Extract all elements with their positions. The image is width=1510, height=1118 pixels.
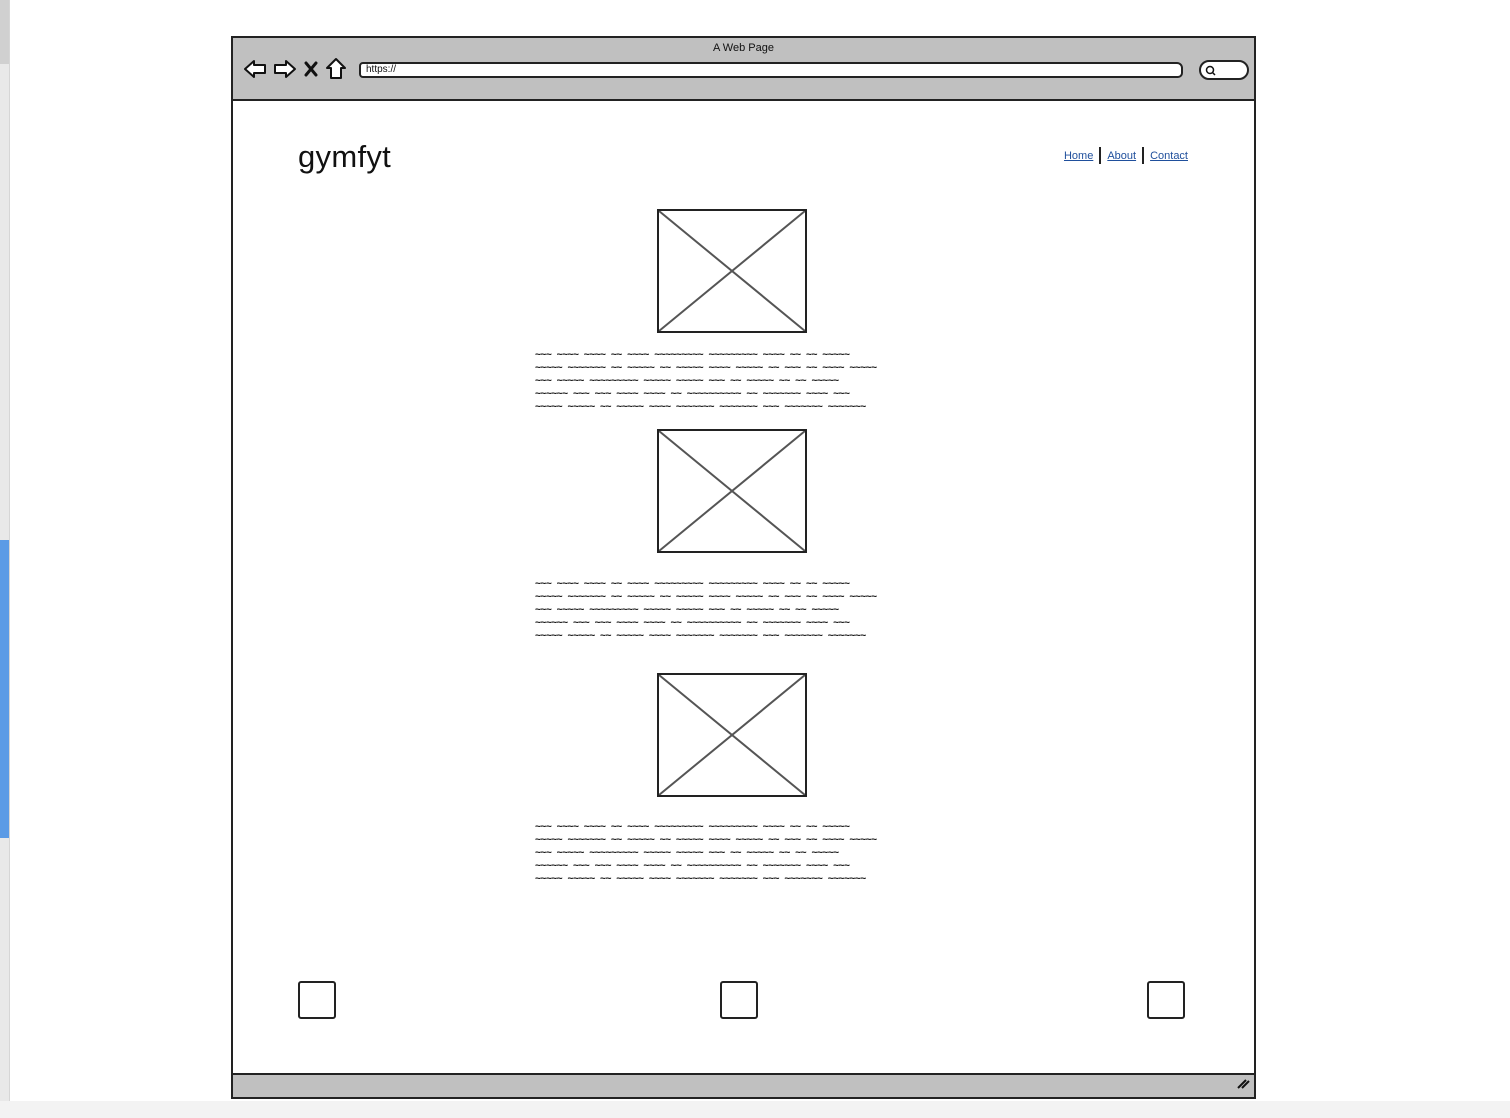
top-navigation: Home About Contact bbox=[1058, 147, 1194, 164]
section-text: ~~~ ~~~~ ~~~~ ~~ ~~~~ ~~~~~~~~~ ~~~~~~~~… bbox=[535, 577, 937, 642]
footer-checkbox-left[interactable] bbox=[298, 981, 336, 1019]
site-logo[interactable]: gymfyt bbox=[298, 139, 391, 175]
nav-link-contact[interactable]: Contact bbox=[1144, 150, 1194, 162]
footer-checkbox-center[interactable] bbox=[720, 981, 758, 1019]
text-line: ~~~~~~ ~~~ ~~~ ~~~~ ~~~~ ~~ ~~~~~~~~~~ ~… bbox=[535, 617, 850, 628]
image-placeholder-icon bbox=[657, 209, 807, 333]
text-line: ~~~~~~ ~~~ ~~~ ~~~~ ~~~~ ~~ ~~~~~~~~~~ ~… bbox=[535, 388, 850, 399]
page-content: gymfyt Home About Contact ~~~ ~~~~ ~~~~ … bbox=[233, 99, 1254, 1075]
home-icon[interactable] bbox=[325, 57, 347, 81]
text-line: ~~~ ~~~~~ ~~~~~~~~~ ~~~~~ ~~~~~ ~~~ ~~ ~… bbox=[535, 604, 839, 615]
text-line: ~~~~~ ~~~~~~~ ~~ ~~~~~ ~~ ~~~~~ ~~~~ ~~~… bbox=[535, 362, 877, 373]
arrow-right-icon[interactable] bbox=[273, 58, 297, 80]
nav-link-home[interactable]: Home bbox=[1058, 150, 1099, 162]
browser-nav-controls bbox=[243, 56, 347, 82]
close-icon[interactable] bbox=[303, 60, 319, 78]
text-line: ~~~~~ ~~~~~ ~~ ~~~~~ ~~~~ ~~~~~~~ ~~~~~~… bbox=[535, 873, 866, 884]
browser-statusbar bbox=[233, 1073, 1254, 1097]
section-text: ~~~ ~~~~ ~~~~ ~~ ~~~~ ~~~~~~~~~ ~~~~~~~~… bbox=[535, 348, 937, 413]
text-line: ~~~~~ ~~~~~~~ ~~ ~~~~~ ~~ ~~~~~ ~~~~ ~~~… bbox=[535, 591, 877, 602]
resize-grip-icon[interactable] bbox=[1236, 1076, 1250, 1094]
nav-link-about[interactable]: About bbox=[1101, 150, 1142, 162]
editor-bottom-strip bbox=[0, 1101, 1510, 1118]
editor-left-rail-header bbox=[0, 0, 9, 64]
section-text: ~~~ ~~~~ ~~~~ ~~ ~~~~ ~~~~~~~~~ ~~~~~~~~… bbox=[535, 820, 937, 885]
url-input[interactable]: https:// bbox=[359, 62, 1183, 78]
editor-left-rail-selection bbox=[0, 540, 9, 838]
arrow-left-icon[interactable] bbox=[243, 58, 267, 80]
window-title: A Web Page bbox=[713, 42, 774, 54]
image-placeholder-icon bbox=[657, 673, 807, 797]
text-line: ~~~ ~~~~ ~~~~ ~~ ~~~~ ~~~~~~~~~ ~~~~~~~~… bbox=[535, 821, 850, 832]
browser-window: A Web Page https:// gymfyt Home About Co… bbox=[231, 36, 1256, 1099]
image-placeholder-icon bbox=[657, 429, 807, 553]
footer-checkbox-right[interactable] bbox=[1147, 981, 1185, 1019]
text-line: ~~~~~ ~~~~~~~ ~~ ~~~~~ ~~ ~~~~~ ~~~~ ~~~… bbox=[535, 834, 877, 845]
browser-titlebar: A Web Page https:// bbox=[233, 38, 1254, 101]
text-line: ~~~ ~~~~ ~~~~ ~~ ~~~~ ~~~~~~~~~ ~~~~~~~~… bbox=[535, 578, 850, 589]
text-line: ~~~~~ ~~~~~ ~~ ~~~~~ ~~~~ ~~~~~~~ ~~~~~~… bbox=[535, 630, 866, 641]
text-line: ~~~ ~~~~~ ~~~~~~~~~ ~~~~~ ~~~~~ ~~~ ~~ ~… bbox=[535, 847, 839, 858]
text-line: ~~~~~ ~~~~~ ~~ ~~~~~ ~~~~ ~~~~~~~ ~~~~~~… bbox=[535, 401, 866, 412]
search-icon bbox=[1205, 64, 1217, 82]
browser-search-field[interactable] bbox=[1199, 60, 1249, 80]
text-line: ~~~~~~ ~~~ ~~~ ~~~~ ~~~~ ~~ ~~~~~~~~~~ ~… bbox=[535, 860, 850, 871]
text-line: ~~~ ~~~~~ ~~~~~~~~~ ~~~~~ ~~~~~ ~~~ ~~ ~… bbox=[535, 375, 839, 386]
text-line: ~~~ ~~~~ ~~~~ ~~ ~~~~ ~~~~~~~~~ ~~~~~~~~… bbox=[535, 349, 850, 360]
